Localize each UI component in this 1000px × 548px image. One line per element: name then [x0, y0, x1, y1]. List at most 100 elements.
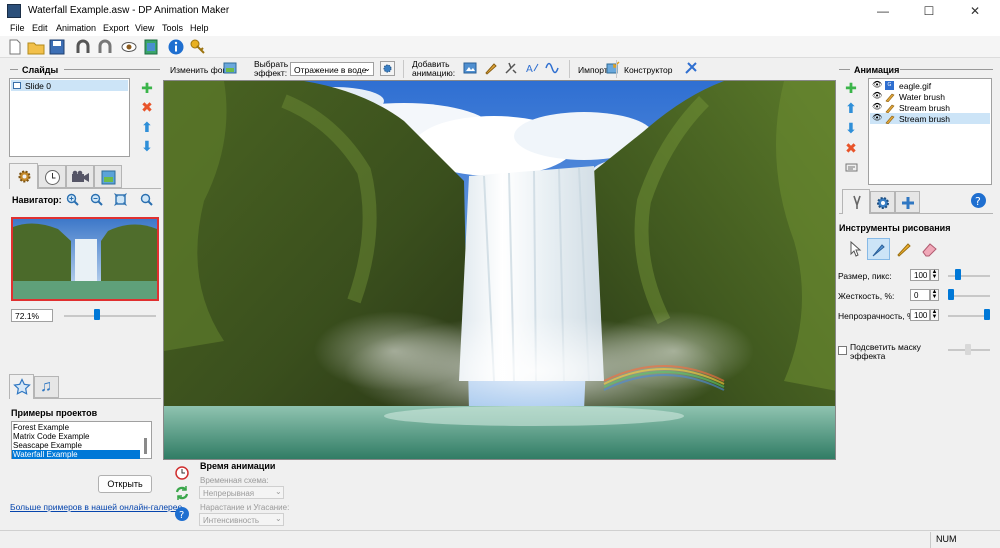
projects-scrollbar[interactable]: [144, 438, 147, 454]
menu-file[interactable]: File: [10, 23, 25, 33]
effect-settings-icon[interactable]: [380, 61, 395, 76]
zoom-slider-thumb[interactable]: [94, 309, 101, 320]
opacity-spinner[interactable]: ▲ ▼: [930, 309, 939, 321]
add-slide-button[interactable]: ✚: [140, 81, 154, 95]
size-slider-thumb[interactable]: [955, 269, 962, 280]
slides-list[interactable]: Slide 0: [9, 78, 130, 157]
brush-tool-button[interactable]: [867, 238, 890, 260]
projects-list[interactable]: Forest Example Matrix Code Example Seasc…: [11, 421, 152, 459]
add-image-icon[interactable]: [463, 61, 477, 75]
loop-arrows-icon[interactable]: [174, 485, 190, 501]
new-file-icon[interactable]: [6, 38, 24, 56]
eye-icon[interactable]: 👁: [872, 91, 882, 100]
zoom-fit-icon[interactable]: [114, 193, 127, 206]
pencil-icon[interactable]: [895, 240, 913, 258]
eye-icon[interactable]: 👁: [872, 113, 882, 122]
menu-animation[interactable]: Animation: [56, 23, 96, 33]
opacity-slider-thumb[interactable]: [984, 309, 990, 320]
menu-export[interactable]: Export: [103, 23, 129, 33]
layer-item[interactable]: 👁 G eagle.gif: [870, 80, 990, 91]
hardness-slider-thumb[interactable]: [948, 289, 954, 300]
menu-edit[interactable]: Edit: [32, 23, 48, 33]
export-film-icon[interactable]: [142, 38, 160, 56]
hardness-input[interactable]: 0: [910, 289, 930, 301]
import-label[interactable]: Импорт: [578, 65, 608, 75]
size-spinner[interactable]: ▲ ▼: [930, 269, 939, 281]
help-icon[interactable]: ?: [174, 506, 190, 522]
maximize-button[interactable]: ☐: [906, 0, 952, 22]
move-layer-up-button[interactable]: ⬆: [844, 101, 858, 115]
delete-layer-button[interactable]: ✖: [844, 141, 858, 155]
slide-item[interactable]: Slide 0: [11, 80, 128, 91]
open-folder-icon[interactable]: [27, 38, 45, 56]
layers-list[interactable]: 👁 G eagle.gif 👁 Water brush 👁 Stream bru…: [868, 78, 992, 185]
preview-eye-icon[interactable]: [120, 38, 138, 56]
fade-dropdown[interactable]: Интенсивность ⌄: [199, 513, 284, 526]
project-item-seascape[interactable]: Seascape Example: [13, 441, 82, 450]
tab-favorites[interactable]: [9, 374, 34, 399]
zoom-actual-icon[interactable]: [140, 193, 153, 206]
layer-properties-icon[interactable]: [845, 161, 858, 174]
opacity-input[interactable]: 100: [910, 309, 930, 321]
move-slide-up-button[interactable]: ⬆: [140, 120, 154, 134]
add-brush-icon[interactable]: [484, 61, 498, 75]
hardness-slider-track[interactable]: [948, 295, 990, 297]
eye-icon[interactable]: 👁: [872, 80, 882, 89]
menu-help[interactable]: Help: [190, 23, 209, 33]
layer-label: Water brush: [899, 92, 945, 102]
project-item-waterfall[interactable]: Waterfall Example: [12, 450, 140, 459]
layer-item-selected[interactable]: 👁 Stream brush: [870, 113, 990, 124]
add-particles-icon[interactable]: [504, 61, 518, 75]
project-item-matrix[interactable]: Matrix Code Example: [13, 432, 89, 441]
online-gallery-link[interactable]: Больше примеров в нашей онлайн-галерее: [10, 502, 182, 512]
tab-image[interactable]: [94, 165, 122, 188]
tab-motion[interactable]: [895, 191, 920, 213]
tab-drawing-tools[interactable]: [842, 189, 870, 214]
tab-timing[interactable]: [38, 165, 66, 188]
size-input[interactable]: 100: [910, 269, 930, 281]
import-icon[interactable]: [606, 61, 620, 75]
register-key-icon[interactable]: [189, 38, 207, 56]
add-layer-button[interactable]: ✚: [844, 81, 858, 95]
hardness-spinner[interactable]: ▲ ▼: [930, 289, 939, 301]
zoom-in-icon[interactable]: [66, 193, 79, 206]
undo-icon[interactable]: [74, 38, 92, 56]
tab-music[interactable]: ♫: [34, 376, 59, 398]
timing-scheme-dropdown[interactable]: Непрерывная ⌄: [199, 486, 284, 499]
layer-item[interactable]: 👁 Stream brush: [870, 102, 990, 113]
redo-icon[interactable]: [96, 38, 114, 56]
constructor-icon[interactable]: [684, 61, 698, 75]
highlight-mask-checkbox[interactable]: [838, 346, 847, 355]
save-icon[interactable]: [48, 38, 66, 56]
navigator-preview[interactable]: [11, 217, 159, 301]
tab-effect-settings[interactable]: [870, 191, 895, 213]
alarm-clock-icon[interactable]: [174, 464, 190, 480]
constructor-label[interactable]: Конструктор: [624, 65, 672, 75]
layer-item[interactable]: 👁 Water brush: [870, 91, 990, 102]
change-background-label[interactable]: Изменить фон: [170, 65, 227, 75]
tab-slide-settings[interactable]: [9, 163, 38, 189]
delete-slide-button[interactable]: ✖: [140, 100, 154, 114]
zoom-out-icon[interactable]: [90, 193, 103, 206]
add-text-icon[interactable]: A: [525, 61, 539, 75]
tab-video[interactable]: [66, 165, 94, 188]
move-layer-down-button[interactable]: ⬇: [844, 121, 858, 135]
move-slide-down-button[interactable]: ⬇: [140, 139, 154, 153]
help-icon[interactable]: ?: [970, 192, 987, 209]
info-icon[interactable]: [167, 38, 185, 56]
minimize-button[interactable]: —: [860, 0, 906, 22]
eraser-icon[interactable]: [920, 240, 938, 258]
zoom-slider-track[interactable]: [64, 315, 156, 317]
zoom-value-field[interactable]: 72.1%: [11, 309, 53, 322]
animation-canvas[interactable]: [163, 80, 836, 460]
change-background-icon[interactable]: [223, 61, 237, 75]
eye-icon[interactable]: 👁: [872, 102, 882, 111]
open-project-button[interactable]: Открыть: [98, 475, 152, 493]
menu-view[interactable]: View: [135, 23, 154, 33]
project-item-forest[interactable]: Forest Example: [13, 423, 69, 432]
close-button[interactable]: ✕: [952, 0, 998, 22]
effect-dropdown[interactable]: Отражение в воде ⌄: [290, 62, 374, 76]
pointer-arrow-icon[interactable]: [846, 240, 864, 258]
add-wave-icon[interactable]: [545, 61, 559, 75]
menu-tools[interactable]: Tools: [162, 23, 183, 33]
